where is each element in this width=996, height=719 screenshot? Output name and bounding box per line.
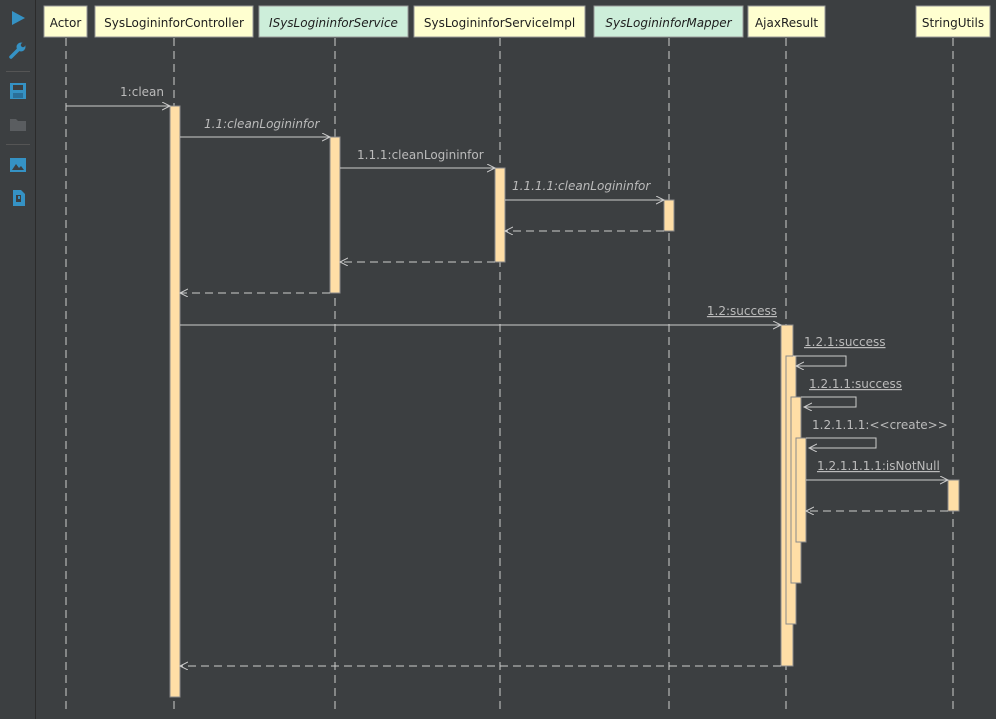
participant-label: ISysLogininforService — [269, 16, 398, 30]
activation-bar — [947, 479, 960, 512]
activation-bar — [494, 167, 506, 263]
activation-bar — [169, 105, 181, 698]
participant-impl[interactable]: SysLogininforServiceImpl — [413, 5, 586, 38]
message-label: 1.2.1.1:success — [809, 377, 902, 391]
participant-label: Actor — [50, 16, 82, 30]
self-call-arrow — [806, 437, 877, 448]
participant-controller[interactable]: SysLogininforController — [94, 5, 254, 38]
participant-mapper[interactable]: SysLogininforMapper — [593, 5, 744, 38]
activation-bar — [329, 136, 341, 294]
sequence-diagram: 1:clean 1.1:cleanLogininfor 1.1.1:cleanLog… — [43, 5, 991, 710]
diagram-toolbar — [0, 0, 36, 719]
participant-label: StringUtils — [922, 16, 984, 30]
participant-ajax[interactable]: AjaxResult — [747, 5, 826, 38]
toolbar-separator — [6, 71, 30, 72]
message-label: 1.1.1.1:cleanLogininfor — [512, 179, 651, 193]
message-1.2.1.1success: 1.2.1.1:success — [801, 377, 902, 407]
message-1.2success: 1.2:success — [180, 304, 781, 325]
toolbar-separator — [6, 144, 30, 145]
participant-label: SysLogininforController — [104, 16, 244, 30]
wrench-icon[interactable] — [8, 40, 28, 60]
message-1.2.1.1.1.1isNotNull: 1.2.1.1.1.1:isNotNull — [806, 459, 948, 480]
message-1.1.1.1cleanLogininfor: 1.1.1.1:cleanLogininfor — [505, 179, 664, 200]
participant-strutils[interactable]: StringUtils — [915, 5, 991, 38]
activation-bar — [795, 437, 807, 543]
participant-iservice[interactable]: ISysLogininforService — [258, 5, 409, 38]
image-icon[interactable] — [8, 155, 28, 175]
self-call-arrow — [793, 355, 847, 366]
play-icon[interactable] — [8, 8, 28, 28]
message-label: 1.2:success — [707, 304, 777, 318]
message-1.1cleanLogininfor: 1.1:cleanLogininfor — [180, 117, 330, 137]
export-icon[interactable] — [8, 188, 28, 208]
participant-label: SysLogininforServiceImpl — [424, 16, 575, 30]
activation-bar — [663, 199, 675, 232]
message-label: 1.2.1:success — [804, 335, 886, 349]
participant-actor[interactable]: Actor — [43, 5, 88, 38]
message-label: 1.2.1.1.1:<<create>> — [812, 418, 948, 432]
message-label: 1:clean — [120, 85, 164, 99]
message-1clean: 1:clean — [66, 85, 170, 106]
message-1.1.1cleanLogininfor: 1.1.1:cleanLogininfor — [340, 148, 495, 168]
message-1.2.1success: 1.2.1:success — [793, 335, 886, 366]
message-label: 1.1.1:cleanLogininfor — [357, 148, 484, 162]
participant-label: SysLogininforMapper — [605, 16, 732, 30]
save-icon[interactable] — [8, 81, 28, 101]
message-label: 1.2.1.1.1.1:isNotNull — [817, 459, 940, 473]
message-1.2.1.1.1create: 1.2.1.1.1:<<create>> — [806, 418, 948, 448]
message-label: 1.1:cleanLogininfor — [204, 117, 320, 131]
participant-label: AjaxResult — [755, 16, 818, 30]
folder-icon[interactable] — [8, 114, 28, 134]
self-call-arrow — [801, 396, 857, 407]
